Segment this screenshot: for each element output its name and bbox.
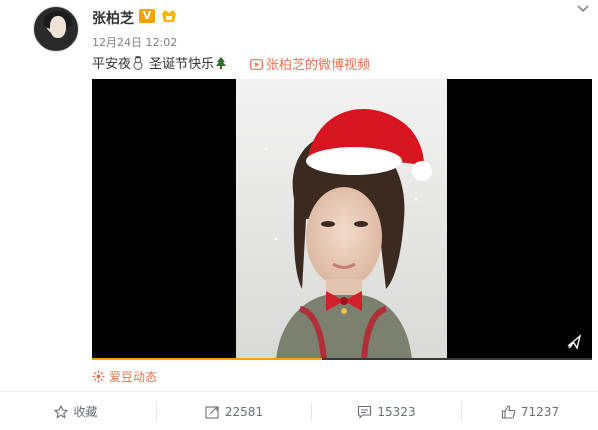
christmas-tree-icon — [216, 57, 227, 69]
star-icon — [92, 370, 105, 383]
comment-button[interactable]: 15323 — [312, 392, 461, 430]
action-bar: 收藏 22581 15323 71237 — [0, 391, 598, 430]
favorite-label: 收藏 — [73, 405, 98, 419]
video-link-label: 张柏芝的微博视频 — [266, 58, 371, 73]
repost-count: 22581 — [224, 404, 264, 419]
comment-icon — [358, 405, 372, 419]
author-name[interactable]: 张柏芝 — [92, 8, 134, 28]
like-button[interactable]: 71237 — [462, 392, 598, 430]
video-player[interactable] — [92, 79, 592, 360]
video-icon — [250, 59, 263, 70]
mini-player-icon[interactable] — [566, 334, 582, 350]
like-icon — [501, 405, 516, 419]
favorite-star-icon — [54, 404, 69, 419]
post-text-part2: 圣诞节快乐 — [149, 57, 215, 72]
video-progress-fill — [92, 358, 322, 360]
avatar-face — [50, 16, 66, 38]
chevron-down-icon[interactable] — [576, 4, 590, 14]
avatar[interactable] — [33, 6, 79, 52]
repost-icon — [205, 405, 219, 419]
post-time[interactable]: 12月24日 12:02 — [92, 34, 177, 50]
member-badge-icon[interactable] — [160, 8, 178, 24]
comment-count: 15323 — [377, 404, 416, 419]
video-link[interactable]: 张柏芝的微博视频 — [250, 54, 370, 73]
post-text-part1: 平安夜 — [92, 57, 132, 72]
idol-tag-label: 爱豆动态 — [109, 370, 158, 384]
favorite-button[interactable]: 收藏 — [0, 392, 152, 430]
snowman-icon — [133, 56, 143, 70]
post-text: 平安夜 圣诞节快乐 — [92, 53, 228, 72]
like-count: 71237 — [520, 404, 560, 419]
verified-badge-icon[interactable]: V — [139, 9, 155, 23]
repost-button[interactable]: 22581 — [157, 392, 311, 430]
video-frame — [236, 79, 447, 360]
idol-tag[interactable]: 爱豆动态 — [92, 368, 157, 385]
